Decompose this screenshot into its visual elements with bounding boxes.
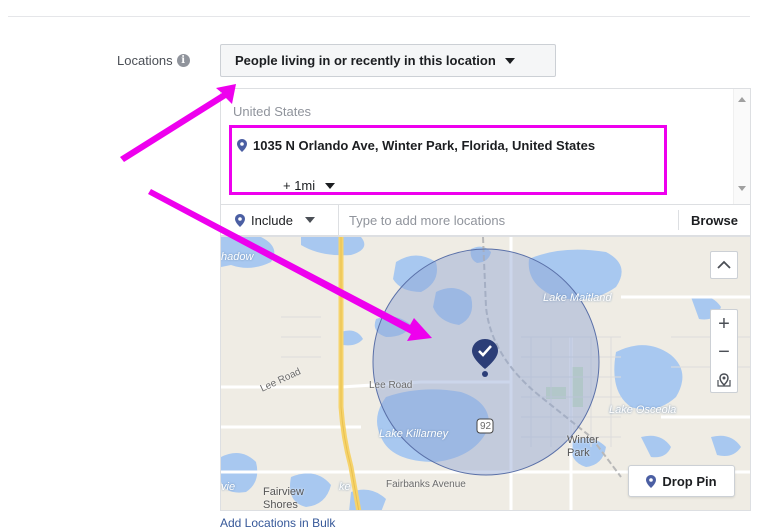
map-collapse-button[interactable] <box>710 251 738 279</box>
location-search-input[interactable] <box>339 205 679 235</box>
audience-type-dropdown[interactable]: People living in or recently in this loc… <box>220 44 556 77</box>
scroll-down-arrow-icon[interactable] <box>738 186 746 191</box>
scrollbar[interactable] <box>733 89 750 205</box>
location-map[interactable]: hadow Lake Maitland Lee Road Lee Road La… <box>220 236 751 511</box>
zoom-controls: + − <box>710 309 738 393</box>
map-label-winter-park: Winter Park <box>567 434 599 459</box>
audience-type-text: People living in or recently in this loc… <box>235 53 496 68</box>
browse-button[interactable]: Browse <box>678 210 750 230</box>
map-label-lake-killarney: Lake Killarney <box>379 428 449 440</box>
locations-label: Locations i <box>117 53 190 68</box>
map-label-lake-maitland: Lake Maitland <box>543 292 612 304</box>
target-pin-icon <box>717 373 731 387</box>
country-heading: United States <box>233 104 312 119</box>
caret-down-icon <box>504 57 515 64</box>
scroll-up-arrow-icon[interactable] <box>738 97 746 102</box>
locate-me-button[interactable] <box>711 366 737 394</box>
zoom-out-button[interactable]: − <box>711 338 737 366</box>
map-label-lake-osceola: Lake Osceola <box>609 404 677 416</box>
locations-label-text: Locations <box>117 53 173 68</box>
map-label-fairbanks: Fairbanks Avenue <box>386 479 466 490</box>
map-label-route-92: 92 <box>480 421 492 432</box>
annotation-arrow-icon <box>120 84 236 162</box>
include-dropdown[interactable]: Include <box>221 205 339 235</box>
chevron-up-icon <box>717 260 731 269</box>
map-label-fairview-shores: Fairview Shores <box>263 486 304 511</box>
add-locations-bulk-link[interactable]: Add Locations in Bulk <box>220 516 335 530</box>
location-search-row: Include Browse <box>220 204 751 236</box>
map-label-vie: vie <box>221 481 236 493</box>
map-label-ke: ke <box>339 481 351 493</box>
map-label-shadow: hadow <box>221 251 254 263</box>
location-pin-icon <box>235 213 245 227</box>
drop-pin-button[interactable]: Drop Pin <box>628 465 735 497</box>
caret-down-icon <box>304 217 315 223</box>
top-divider <box>8 16 750 17</box>
location-pin-icon <box>646 474 657 488</box>
annotation-highlight-box <box>229 125 667 195</box>
drop-pin-text: Drop Pin <box>662 473 717 489</box>
zoom-in-button[interactable]: + <box>711 310 737 338</box>
map-label-lee-road-2: Lee Road <box>369 380 413 391</box>
info-icon[interactable]: i <box>176 54 190 67</box>
include-text: Include <box>251 212 293 228</box>
